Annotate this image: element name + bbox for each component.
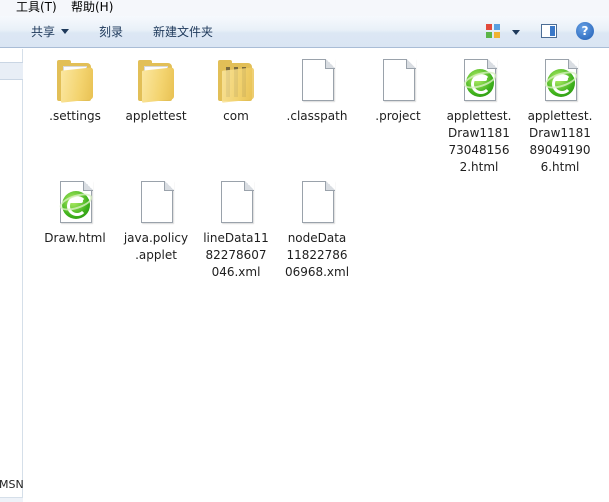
file-name: .classpath: [286, 109, 348, 123]
document-icon: [212, 179, 260, 227]
nav-selected-item[interactable]: [0, 62, 23, 80]
navigation-pane[interactable]: [0, 49, 23, 502]
file-item[interactable]: .classpath: [277, 57, 357, 125]
file-name: .settings: [49, 109, 101, 123]
file-name: nodeData 11822786 06968.xml: [284, 231, 350, 279]
file-item[interactable]: java.policy .applet: [116, 179, 196, 264]
file-name: java.policy .applet: [123, 231, 189, 262]
document-icon: [293, 57, 341, 105]
file-name: Draw.html: [44, 231, 106, 245]
file-name: lineData11 82278607 046.xml: [203, 231, 269, 279]
document-icon: [132, 179, 180, 227]
views-dropdown-icon[interactable]: [512, 30, 520, 35]
chevron-down-icon: [61, 29, 70, 34]
file-item[interactable]: .project: [358, 57, 438, 125]
file-name: applettest: [125, 109, 187, 123]
file-item[interactable]: Draw.html: [35, 179, 115, 247]
file-item[interactable]: applettest. Draw1181 73048156 2.html: [439, 57, 519, 176]
file-name: applettest. Draw1181 73048156 2.html: [446, 109, 512, 174]
file-item[interactable]: lineData11 82278607 046.xml: [196, 179, 276, 281]
share-button-label: 共享: [31, 25, 56, 39]
burn-button[interactable]: 刻录: [97, 22, 125, 42]
html-file-icon: [51, 179, 99, 227]
menu-bar: 工具(T) 帮助(H): [0, 0, 609, 16]
file-item[interactable]: com: [196, 57, 276, 125]
nav-item-msn[interactable]: MSN: [0, 478, 24, 491]
preview-pane-icon[interactable]: [541, 24, 557, 38]
file-name: .project: [375, 109, 421, 123]
html-file-icon: [536, 57, 584, 105]
file-item[interactable]: nodeData 11822786 06968.xml: [277, 179, 357, 281]
views-icon[interactable]: [486, 24, 500, 38]
file-name: com: [223, 109, 249, 123]
file-item[interactable]: .settings: [35, 57, 115, 125]
help-icon[interactable]: ?: [576, 22, 594, 40]
folder-icon: [51, 57, 99, 105]
document-icon: [374, 57, 422, 105]
menu-tools[interactable]: 工具(T): [16, 0, 57, 16]
document-icon: [293, 179, 341, 227]
file-item[interactable]: applettest: [116, 57, 196, 125]
folder-icon: [132, 57, 180, 105]
file-item[interactable]: applettest. Draw1181 89049190 6.html: [520, 57, 600, 176]
html-file-icon: [455, 57, 503, 105]
folder-icon: [212, 57, 260, 105]
file-list[interactable]: .settings applettest com .classpath .pro…: [24, 49, 609, 502]
nav-scrollbar[interactable]: [0, 497, 23, 502]
menu-help[interactable]: 帮助(H): [71, 0, 113, 16]
new-folder-button[interactable]: 新建文件夹: [151, 22, 215, 42]
file-name: applettest. Draw1181 89049190 6.html: [527, 109, 593, 174]
share-button[interactable]: 共享: [29, 22, 71, 42]
